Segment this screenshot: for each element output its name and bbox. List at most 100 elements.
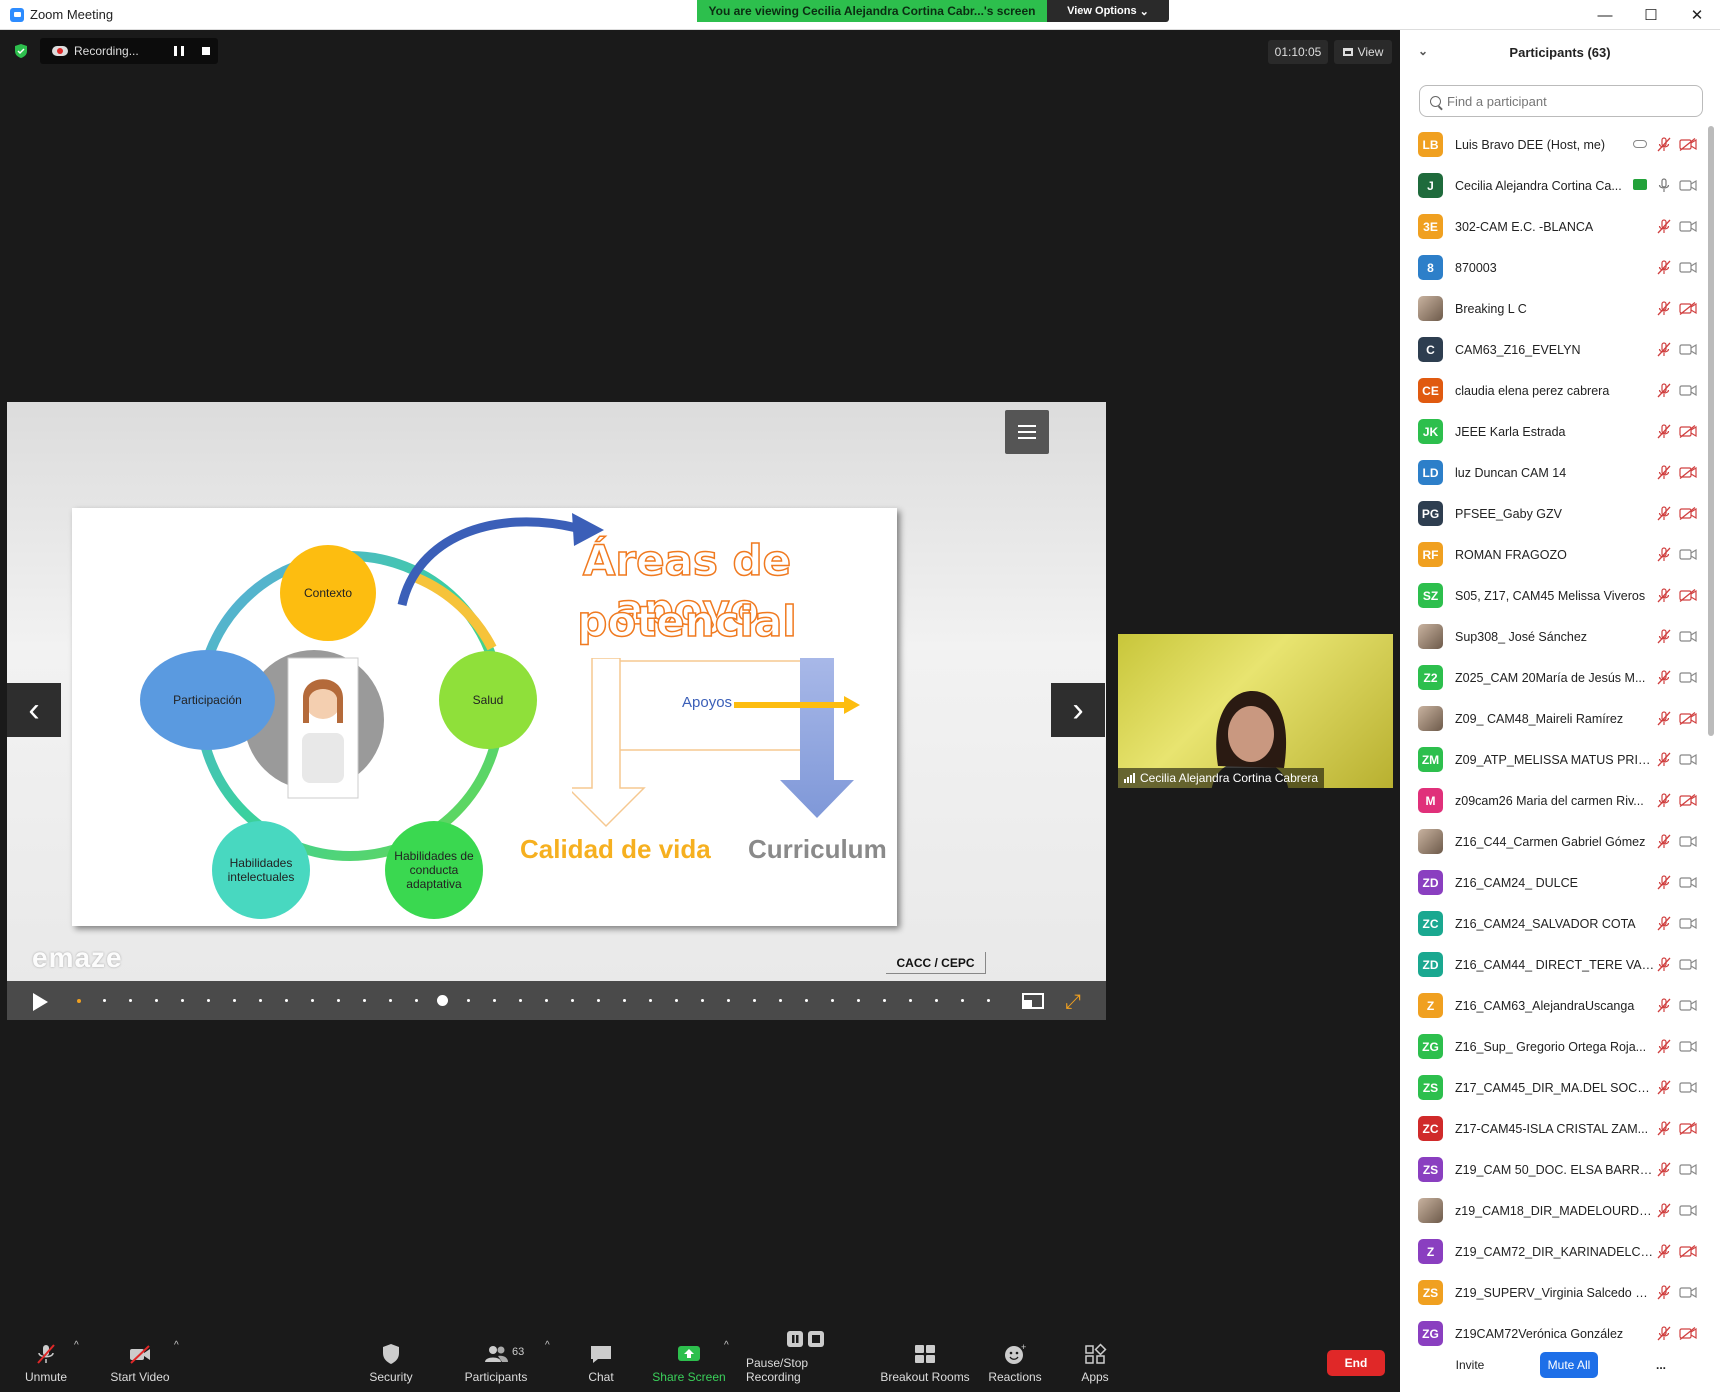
slide-marker[interactable] [649, 999, 652, 1002]
security-button[interactable]: Security [364, 1326, 418, 1392]
slide-progress-track[interactable] [77, 995, 997, 1006]
slide-marker[interactable] [805, 999, 808, 1002]
view-button[interactable]: View [1334, 40, 1392, 64]
slide-marker[interactable] [233, 999, 236, 1002]
muted-mic-icon[interactable] [1657, 1244, 1671, 1259]
slide-marker[interactable] [753, 999, 756, 1002]
apps-button[interactable]: Apps [1078, 1326, 1112, 1392]
video-icon[interactable] [1679, 1286, 1697, 1299]
participant-row[interactable]: Z2 Z025_CAM 20María de Jesús M... [1400, 657, 1705, 698]
pause-recording-icon[interactable] [174, 46, 184, 56]
participant-row[interactable]: J Cecilia Alejandra Cortina Ca... [1400, 165, 1705, 206]
video-icon[interactable] [1679, 999, 1697, 1012]
video-icon[interactable] [1679, 1163, 1697, 1176]
muted-mic-icon[interactable] [1657, 1285, 1671, 1300]
participant-row[interactable]: ZS Z17_CAM45_DIR_MA.DEL SOCO... [1400, 1067, 1705, 1108]
end-meeting-button[interactable]: End [1327, 1350, 1385, 1376]
video-off-icon[interactable] [1679, 793, 1697, 808]
mic-icon[interactable] [1657, 178, 1671, 193]
participant-row[interactable]: ZC Z16_CAM24_SALVADOR COTA [1400, 903, 1705, 944]
muted-mic-icon[interactable] [1657, 629, 1671, 644]
video-off-icon[interactable] [1679, 424, 1697, 439]
participant-row[interactable]: Sup308_ José Sánchez [1400, 616, 1705, 657]
video-icon[interactable] [1679, 343, 1697, 356]
video-icon[interactable] [1679, 876, 1697, 889]
mute-all-button[interactable]: Mute All [1540, 1352, 1598, 1378]
participant-row[interactable]: Z Z19_CAM72_DIR_KARINADELCA... [1400, 1231, 1705, 1272]
video-off-icon[interactable] [1679, 711, 1697, 726]
chat-button[interactable]: Chat [585, 1326, 617, 1392]
slide-marker[interactable] [155, 999, 158, 1002]
muted-mic-icon[interactable] [1657, 752, 1671, 767]
participant-row[interactable]: ZD Z16_CAM24_ DULCE [1400, 862, 1705, 903]
participants-caret-icon[interactable]: ^ [545, 1340, 550, 1351]
slide-marker[interactable] [987, 999, 990, 1002]
participant-row[interactable]: Z09_ CAM48_Maireli Ramírez [1400, 698, 1705, 739]
video-icon[interactable] [1679, 630, 1697, 643]
muted-mic-icon[interactable] [1657, 424, 1671, 439]
share-caret-icon[interactable]: ^ [724, 1340, 729, 1351]
next-slide-button[interactable]: › [1051, 683, 1105, 737]
video-off-icon[interactable] [1679, 137, 1697, 152]
unmute-caret-icon[interactable]: ^ [74, 1340, 79, 1351]
video-icon[interactable] [1679, 835, 1697, 848]
maximize-icon[interactable]: ☐ [1628, 0, 1674, 30]
video-icon[interactable] [1679, 917, 1697, 930]
video-off-icon[interactable] [1679, 1121, 1697, 1136]
muted-mic-icon[interactable] [1657, 957, 1671, 972]
participant-list-scrollbar[interactable] [1708, 126, 1714, 736]
view-options-button[interactable]: View Options ⌄ [1047, 0, 1169, 22]
shield-icon[interactable] [14, 44, 28, 58]
invite-button[interactable]: Invite [1442, 1352, 1498, 1378]
video-off-icon[interactable] [1679, 506, 1697, 521]
muted-mic-icon[interactable] [1657, 793, 1671, 808]
video-icon[interactable] [1679, 179, 1697, 192]
video-off-icon[interactable] [1679, 465, 1697, 480]
participant-row[interactable]: Mz09cam26 Maria del carmen Riv... [1400, 780, 1705, 821]
unmute-button[interactable]: Unmute [20, 1326, 72, 1392]
video-icon[interactable] [1679, 384, 1697, 397]
participant-row[interactable]: Z16_C44_Carmen Gabriel Gómez [1400, 821, 1705, 862]
participant-row[interactable]: C CAM63_Z16_EVELYN [1400, 329, 1705, 370]
muted-mic-icon[interactable] [1657, 1039, 1671, 1054]
hamburger-menu-icon[interactable] [1005, 410, 1049, 454]
share-screen-button[interactable]: Share Screen [652, 1326, 726, 1392]
slide-marker[interactable] [545, 999, 548, 1002]
muted-mic-icon[interactable] [1657, 260, 1671, 275]
slide-marker[interactable] [519, 999, 522, 1002]
participant-row[interactable]: 8 870003 [1400, 247, 1705, 288]
slide-marker[interactable] [779, 999, 782, 1002]
muted-mic-icon[interactable] [1657, 342, 1671, 357]
muted-mic-icon[interactable] [1657, 711, 1671, 726]
participant-row[interactable]: JK JEEE Karla Estrada [1400, 411, 1705, 452]
prev-slide-button[interactable]: ‹ [7, 683, 61, 737]
participant-row[interactable]: ZC Z17-CAM45-ISLA CRISTAL ZAM... [1400, 1108, 1705, 1149]
video-off-icon[interactable] [1679, 1326, 1697, 1341]
slide-marker[interactable] [701, 999, 704, 1002]
video-icon[interactable] [1679, 220, 1697, 233]
reactions-button[interactable]: + Reactions [987, 1326, 1043, 1392]
more-options-button[interactable]: ... [1646, 1352, 1676, 1378]
slide-marker[interactable] [961, 999, 964, 1002]
muted-mic-icon[interactable] [1657, 1080, 1671, 1095]
video-off-icon[interactable] [1679, 588, 1697, 603]
participant-row[interactable]: LD luz Duncan CAM 14 [1400, 452, 1705, 493]
collapse-chevron-icon[interactable]: ⌄ [1418, 44, 1428, 58]
current-slide-marker[interactable] [437, 995, 448, 1006]
start-video-button[interactable]: Start Video [104, 1326, 176, 1392]
muted-mic-icon[interactable] [1657, 588, 1671, 603]
slide-marker[interactable] [389, 999, 392, 1002]
video-off-icon[interactable] [1679, 301, 1697, 316]
video-icon[interactable] [1679, 958, 1697, 971]
breakout-rooms-button[interactable]: Breakout Rooms [880, 1326, 970, 1392]
video-icon[interactable] [1679, 261, 1697, 274]
slide-marker[interactable] [207, 999, 210, 1002]
muted-mic-icon[interactable] [1657, 137, 1671, 152]
muted-mic-icon[interactable] [1657, 1326, 1671, 1341]
participant-row[interactable]: z19_CAM18_DIR_MADELOURDE... [1400, 1190, 1705, 1231]
play-icon[interactable] [33, 993, 48, 1011]
slide-marker[interactable] [675, 999, 678, 1002]
stop-recording-icon[interactable] [202, 47, 210, 55]
muted-mic-icon[interactable] [1657, 465, 1671, 480]
slide-marker[interactable] [831, 999, 834, 1002]
